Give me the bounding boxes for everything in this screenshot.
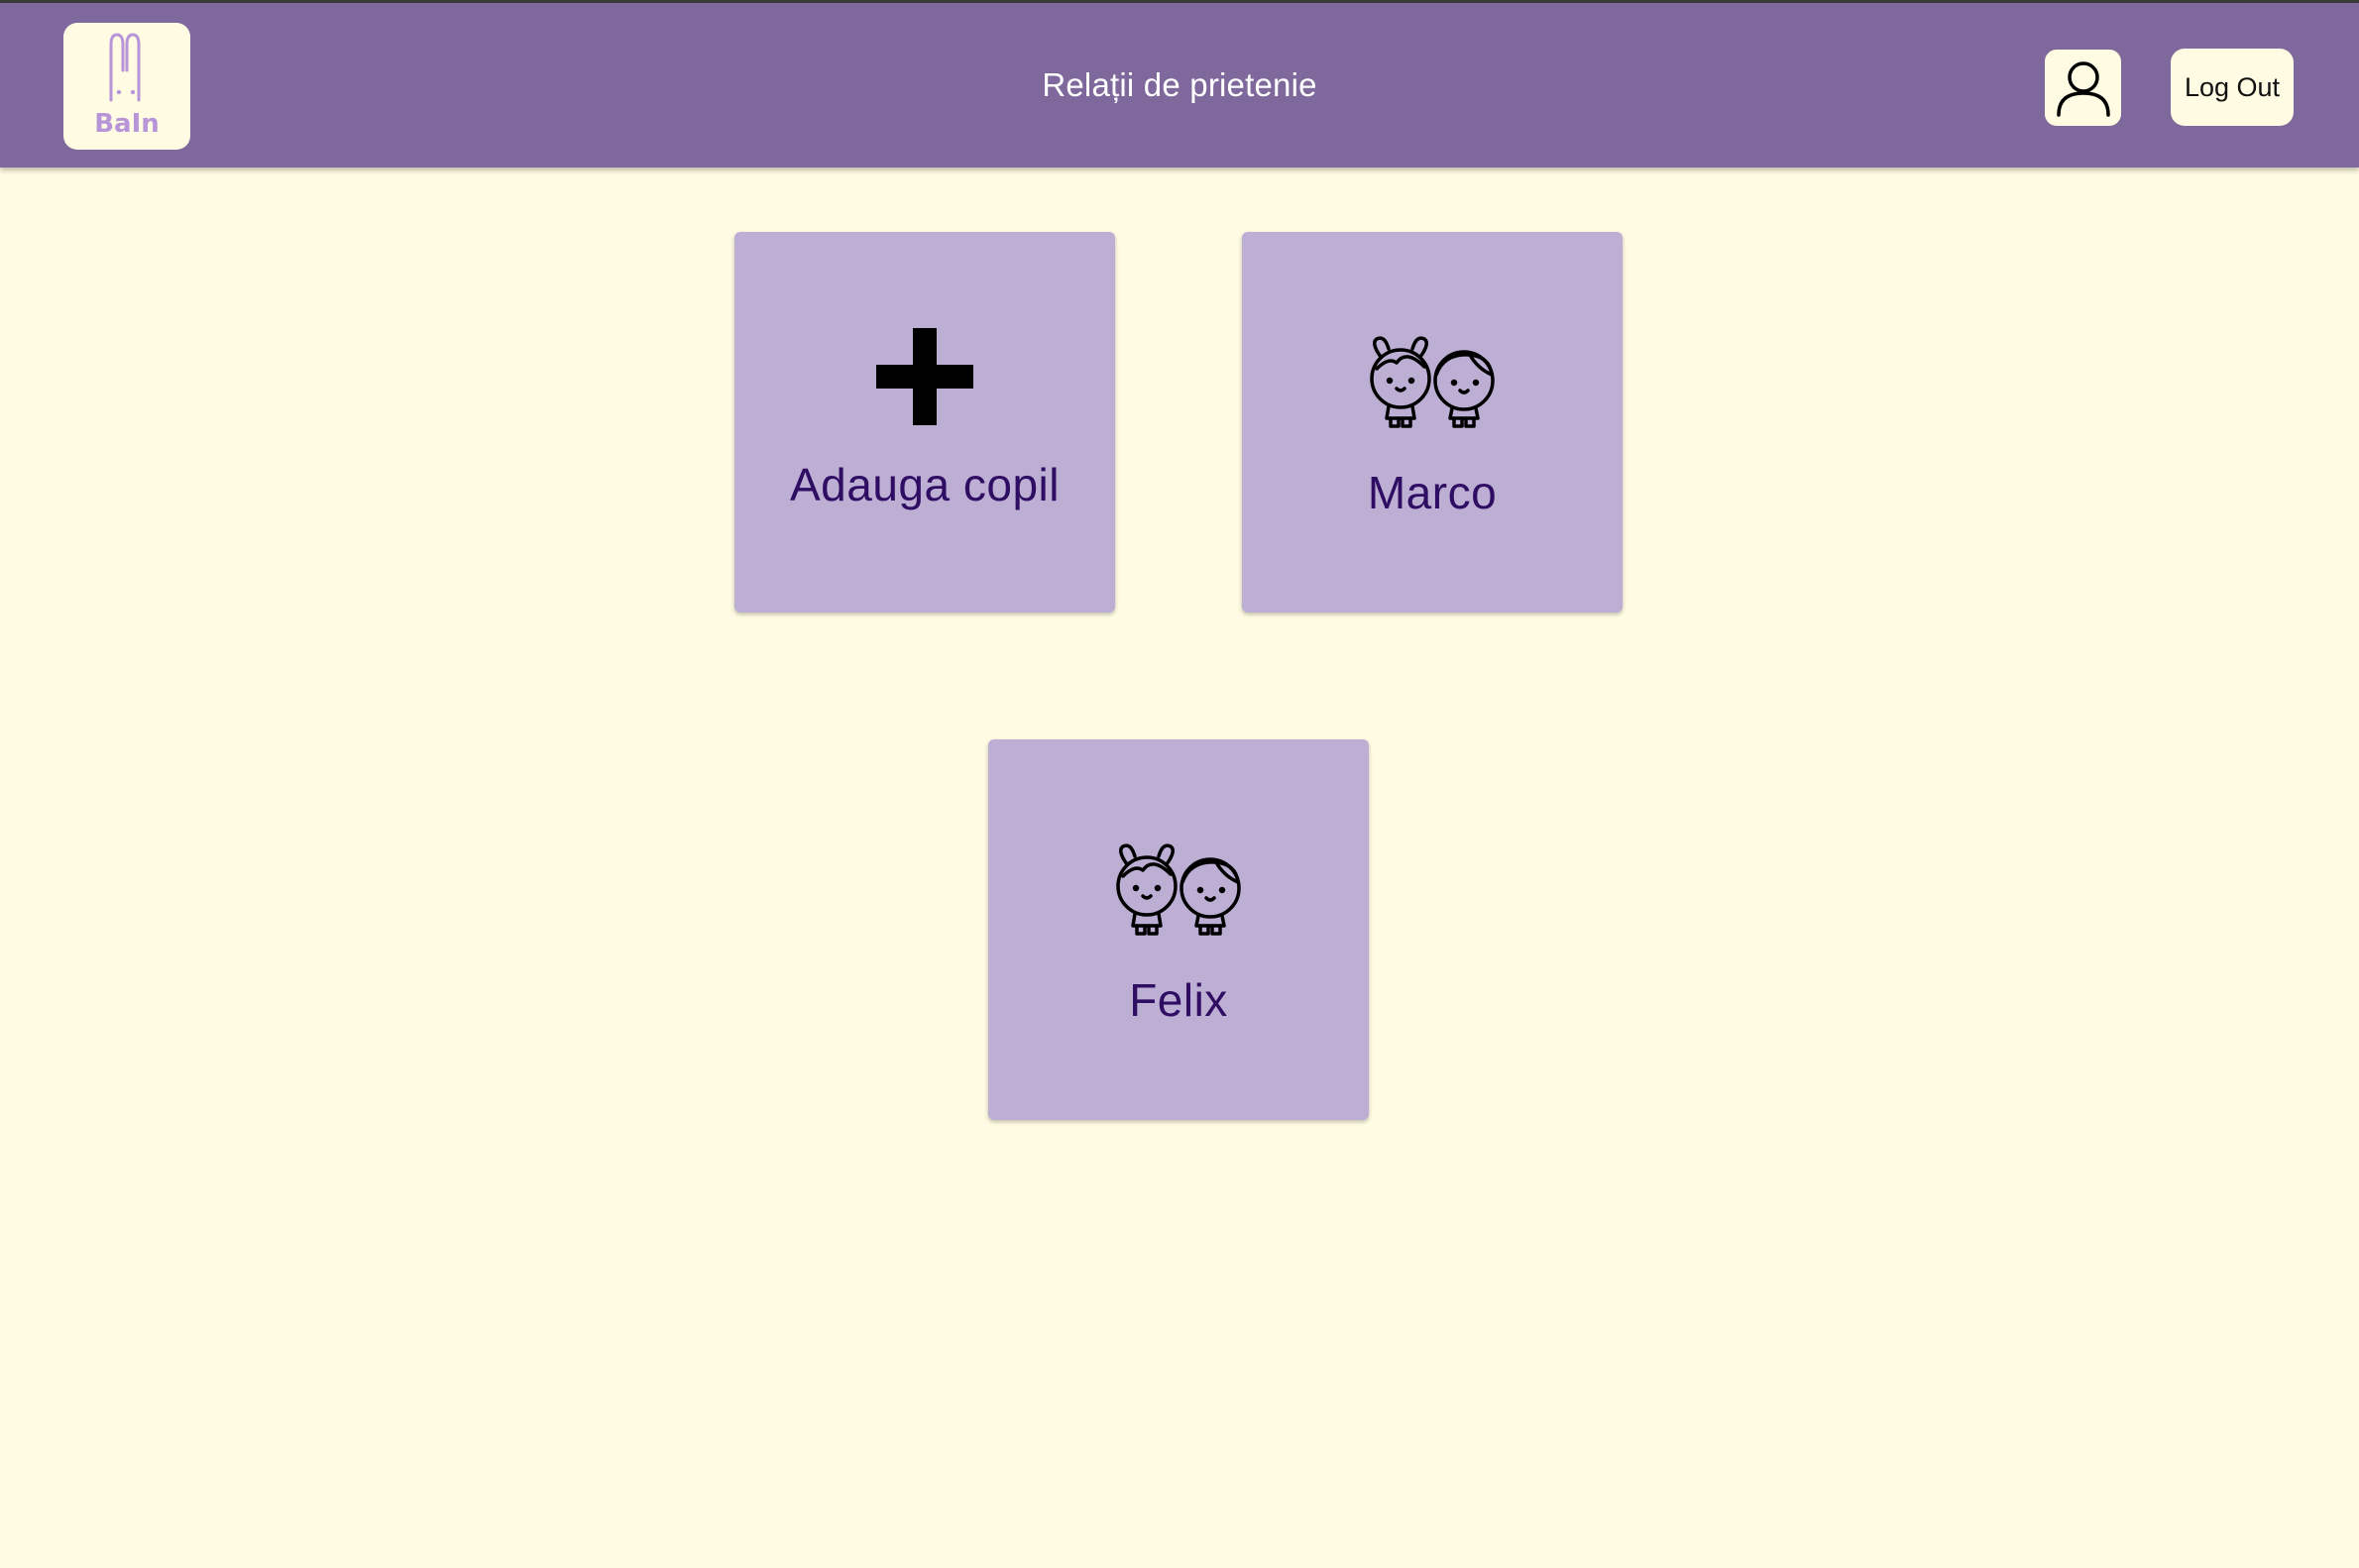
children-icon xyxy=(1242,335,1623,430)
friend-card-felix[interactable]: Felix xyxy=(988,739,1369,1120)
logout-button[interactable]: Log Out xyxy=(2171,49,2294,126)
card-label: Felix xyxy=(1129,974,1228,1026)
children-icon xyxy=(988,842,1369,938)
friend-card-marco[interactable]: Marco xyxy=(1242,232,1623,613)
profile-button[interactable] xyxy=(2045,50,2121,126)
card-label: Adauga copil xyxy=(790,459,1060,510)
page-title: Relații de prietenie xyxy=(1042,66,1317,103)
card-label: Marco xyxy=(1367,467,1498,518)
logo-text: BaIn xyxy=(94,109,160,139)
plus-icon xyxy=(734,328,1115,425)
add-child-card[interactable]: Adauga copil xyxy=(734,232,1115,613)
user-profile-icon xyxy=(2056,60,2110,117)
top-header-bar: BaIn Relații de prietenie Log Out xyxy=(0,3,2359,168)
